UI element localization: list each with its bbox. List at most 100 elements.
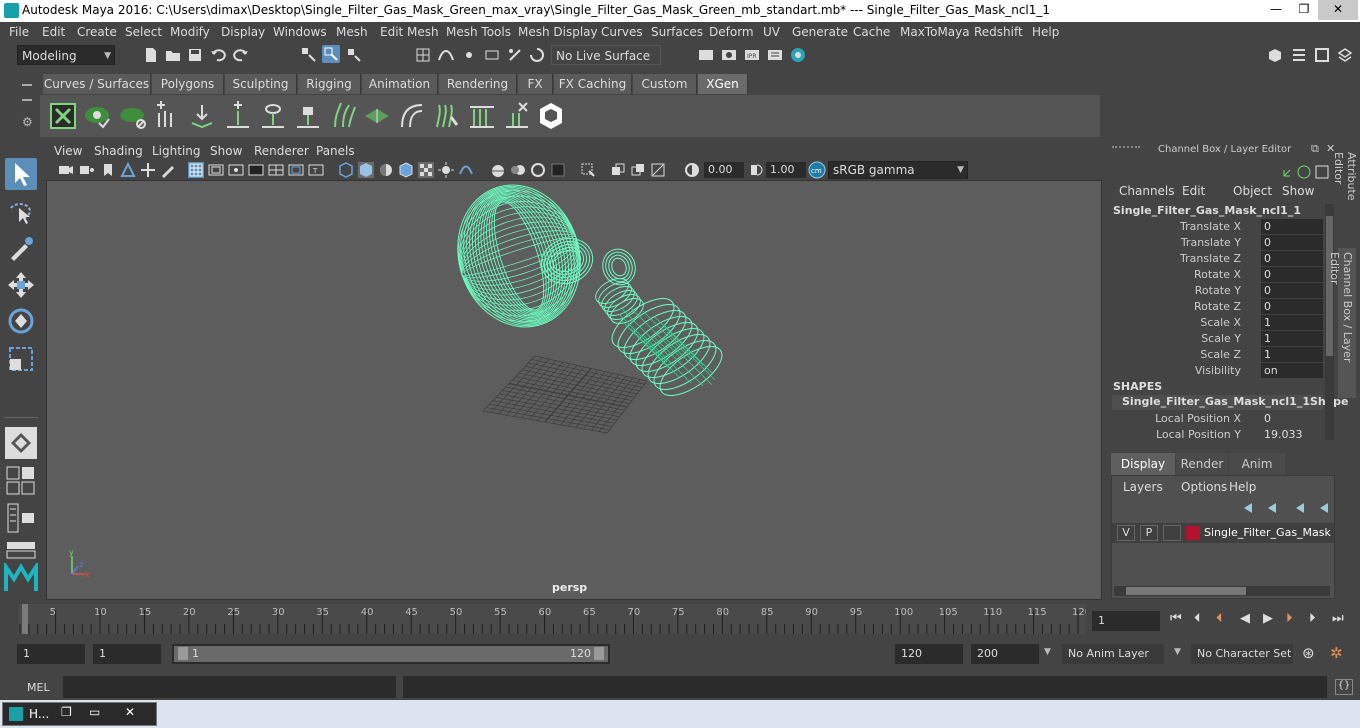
image-plane-icon[interactable]	[120, 162, 136, 178]
vp-menu-show[interactable]: Show	[210, 144, 242, 158]
shelf-collapse-icon[interactable]	[22, 99, 32, 101]
multisample-aa-icon[interactable]	[530, 162, 546, 178]
attr-value[interactable]: 1	[1261, 347, 1323, 362]
tab-curves-surfaces[interactable]: Curves / Surfaces	[43, 74, 151, 94]
tab-xgen[interactable]: XGen	[698, 74, 748, 94]
bookmark-icon[interactable]	[100, 162, 116, 178]
attr-value[interactable]: on	[1261, 363, 1323, 378]
render-settings-icon[interactable]	[766, 46, 784, 64]
select-component-icon[interactable]	[345, 46, 363, 64]
mel-label[interactable]: MEL	[27, 681, 50, 694]
attr-row[interactable]: Rotate X 0	[1108, 267, 1323, 283]
layer-row[interactable]: V P Single_Filter_Gas_Mask	[1112, 523, 1334, 543]
menu-surfaces[interactable]: Surfaces	[651, 25, 703, 39]
outliner-layout-icon[interactable]	[6, 503, 36, 533]
attr-row[interactable]: Translate Z 0	[1108, 251, 1323, 267]
viewport-canvas[interactable]: y x z	[47, 181, 1103, 601]
guide-down-icon[interactable]	[188, 101, 216, 131]
mode-dropdown[interactable]: Modeling ▼	[17, 45, 115, 65]
le-menu-options[interactable]: Options	[1181, 480, 1227, 494]
menu-curves[interactable]: Curves	[601, 25, 643, 39]
attr-row[interactable]: Translate X 0	[1108, 219, 1323, 235]
animation-start-field[interactable]: 1	[17, 644, 85, 664]
character-set-field[interactable]: No Character Set	[1191, 644, 1293, 664]
cb-menu-channels[interactable]: Channels	[1119, 184, 1175, 198]
le-menu-layers[interactable]: Layers	[1123, 480, 1163, 494]
snap-live-icon[interactable]	[506, 46, 524, 64]
grid-toggle-icon[interactable]	[188, 162, 204, 178]
snap-view-plane-icon[interactable]	[483, 46, 501, 64]
go-to-start-icon[interactable]: ⏮	[1170, 611, 1182, 626]
animation-prefs-icon[interactable]: ✲	[1330, 644, 1343, 662]
layer-visibility-toggle[interactable]: V	[1117, 525, 1135, 541]
auto-key-icon[interactable]: ⊛	[1302, 644, 1315, 662]
range-handle-start[interactable]	[178, 647, 188, 660]
default-material-icon[interactable]	[378, 162, 394, 178]
attr-value[interactable]: 0	[1261, 283, 1323, 298]
field-chart-icon[interactable]	[268, 162, 284, 178]
two-d-pan-icon[interactable]	[140, 162, 156, 178]
range-slider[interactable]: 1 120	[172, 644, 610, 664]
guide-length-icon[interactable]	[468, 101, 496, 131]
tab-sculpting[interactable]: Sculpting	[225, 74, 297, 94]
playback-end-field[interactable]: 120	[895, 644, 963, 664]
safe-action-icon[interactable]	[288, 162, 304, 178]
gamma-icon[interactable]	[748, 162, 764, 178]
range-handle-end[interactable]	[594, 647, 604, 660]
menu-mesh-display[interactable]: Mesh Display	[518, 25, 598, 39]
xgen-library-icon[interactable]	[537, 101, 565, 131]
chevron-down-icon[interactable]: ▼	[1174, 647, 1181, 657]
menu-windows[interactable]: Windows	[273, 25, 327, 39]
attr-row[interactable]: Rotate Y 0	[1108, 283, 1323, 299]
close-button[interactable]: ✕	[1318, 0, 1358, 20]
scrollbar-thumb[interactable]	[1326, 216, 1333, 356]
hypershade-icon[interactable]	[789, 46, 807, 64]
restore-button[interactable]: ❐	[1290, 0, 1318, 20]
color-space-dropdown[interactable]: sRGB gamma ▼	[828, 161, 968, 179]
menu-cache[interactable]: Cache	[853, 25, 890, 39]
attr-value[interactable]: 0	[1261, 219, 1323, 234]
vp-menu-renderer[interactable]: Renderer	[254, 144, 309, 158]
close-icon[interactable]: ✕	[125, 705, 135, 719]
tab-rigging[interactable]: Rigging	[298, 74, 361, 94]
xgen-clear-preview-icon[interactable]	[119, 101, 147, 131]
attr-value[interactable]: 0	[1261, 299, 1323, 314]
grease-pencil-icon[interactable]	[160, 162, 176, 178]
screen-space-ao-icon[interactable]	[490, 162, 506, 178]
snap-grid-icon[interactable]	[414, 46, 432, 64]
exposure-field[interactable]: 0.00	[704, 162, 744, 178]
safe-title-icon[interactable]: T	[308, 162, 324, 178]
menu-deform[interactable]: Deform	[709, 25, 754, 39]
attr-row[interactable]: Translate Y 0	[1108, 235, 1323, 251]
layer-create-icons[interactable]	[1242, 500, 1332, 514]
gate-mask-icon[interactable]	[248, 162, 264, 178]
groom-guides-icon[interactable]	[433, 101, 461, 131]
tab-animation[interactable]: Animation	[362, 74, 438, 94]
step-back-key-icon[interactable]: ⏴	[1216, 611, 1223, 626]
time-slider[interactable]: 5 10 15 20 25 30 35 40 45 50 55 60 65 70 75 80 85 90 95 100…	[18, 604, 1091, 634]
menu-display[interactable]: Display	[221, 25, 265, 39]
menu-select[interactable]: Select	[125, 25, 162, 39]
step-back-frame-icon[interactable]: ⏴	[1194, 611, 1201, 626]
bend-guides-icon[interactable]	[398, 101, 426, 131]
menu-uv[interactable]: UV	[763, 25, 780, 39]
menu-maxtomaya[interactable]: MaxToMaya	[900, 25, 970, 39]
layer-color-swatch[interactable]	[1186, 526, 1200, 540]
resolution-gate-icon[interactable]	[228, 162, 244, 178]
tab-polygons[interactable]: Polygons	[152, 74, 224, 94]
attr-value[interactable]: 1	[1261, 315, 1323, 330]
minimize-button[interactable]: —	[1262, 0, 1290, 20]
viewport-persp[interactable]: y x z persp	[46, 180, 1102, 600]
channel-box-toggle-icon[interactable]	[1336, 46, 1354, 64]
textured-icon[interactable]	[418, 162, 434, 178]
menu-generate[interactable]: Generate	[792, 25, 848, 39]
select-object-icon[interactable]	[322, 45, 340, 63]
shadows-icon[interactable]	[458, 162, 474, 178]
gamma-field[interactable]: 1.00	[766, 162, 806, 178]
tab-custom[interactable]: Custom	[633, 74, 697, 94]
step-forward-frame-icon[interactable]: ⏵	[1309, 611, 1316, 626]
open-scene-icon[interactable]	[164, 46, 182, 64]
channel-box-icons[interactable]	[1274, 162, 1330, 182]
save-scene-icon[interactable]	[186, 46, 204, 64]
select-hierarchy-icon[interactable]	[300, 46, 318, 64]
